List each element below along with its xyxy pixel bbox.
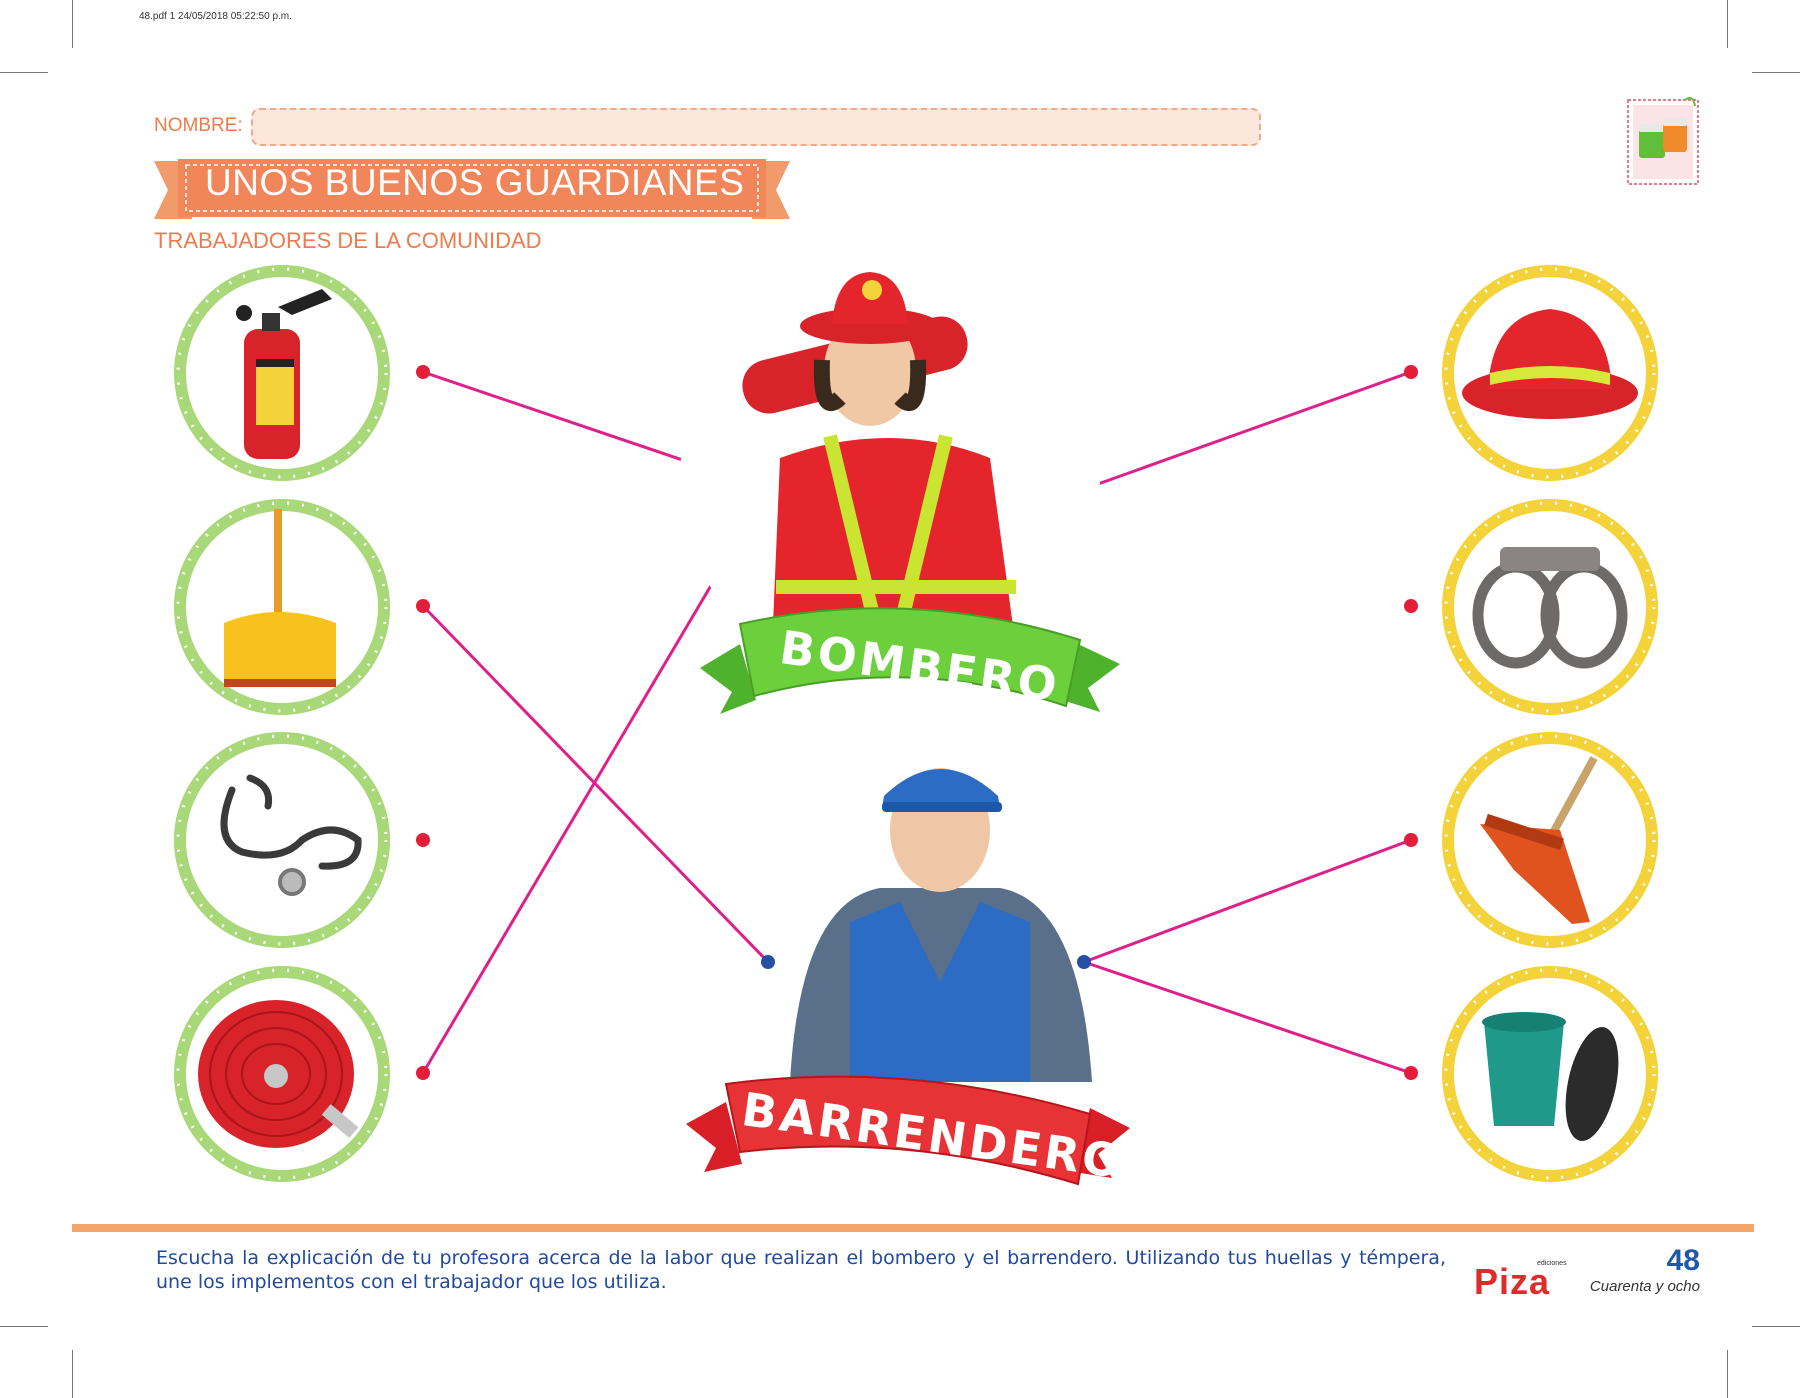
line-sweeper-broom	[1083, 838, 1412, 964]
page-number-words: Cuarenta y ocho	[1589, 1278, 1700, 1295]
dot-left-1	[416, 365, 430, 379]
footer-divider	[72, 1224, 1754, 1232]
dot-right-1	[1404, 365, 1418, 379]
firefighter-helmet-item[interactable]	[1440, 263, 1660, 483]
handcuffs-item[interactable]	[1440, 497, 1660, 717]
dot-right-2	[1404, 599, 1418, 613]
dot-right-4	[1404, 1066, 1418, 1080]
instructions-text: Escucha la explicación de tu profesora a…	[156, 1247, 1446, 1293]
line-firefighter-helmet	[1083, 370, 1412, 491]
brand-logo: Piza	[1474, 1261, 1551, 1302]
sweeper-illustration	[790, 768, 1092, 1082]
page-number: 48	[1666, 1244, 1700, 1277]
fire-hose-item[interactable]	[172, 964, 392, 1184]
dot-right-3	[1404, 833, 1418, 847]
dot-left-4	[416, 1066, 430, 1080]
fire-extinguisher-item[interactable]	[172, 263, 392, 483]
broom-item[interactable]	[1440, 730, 1660, 950]
dot-left-3	[416, 833, 430, 847]
dot-sweeper-left	[761, 955, 775, 969]
dot-left-2	[416, 599, 430, 613]
line-sweeper-trashcan	[1083, 960, 1412, 1075]
dustpan-item[interactable]	[172, 497, 392, 717]
trash-can-item[interactable]	[1440, 964, 1660, 1184]
stethoscope-item[interactable]	[172, 730, 392, 950]
